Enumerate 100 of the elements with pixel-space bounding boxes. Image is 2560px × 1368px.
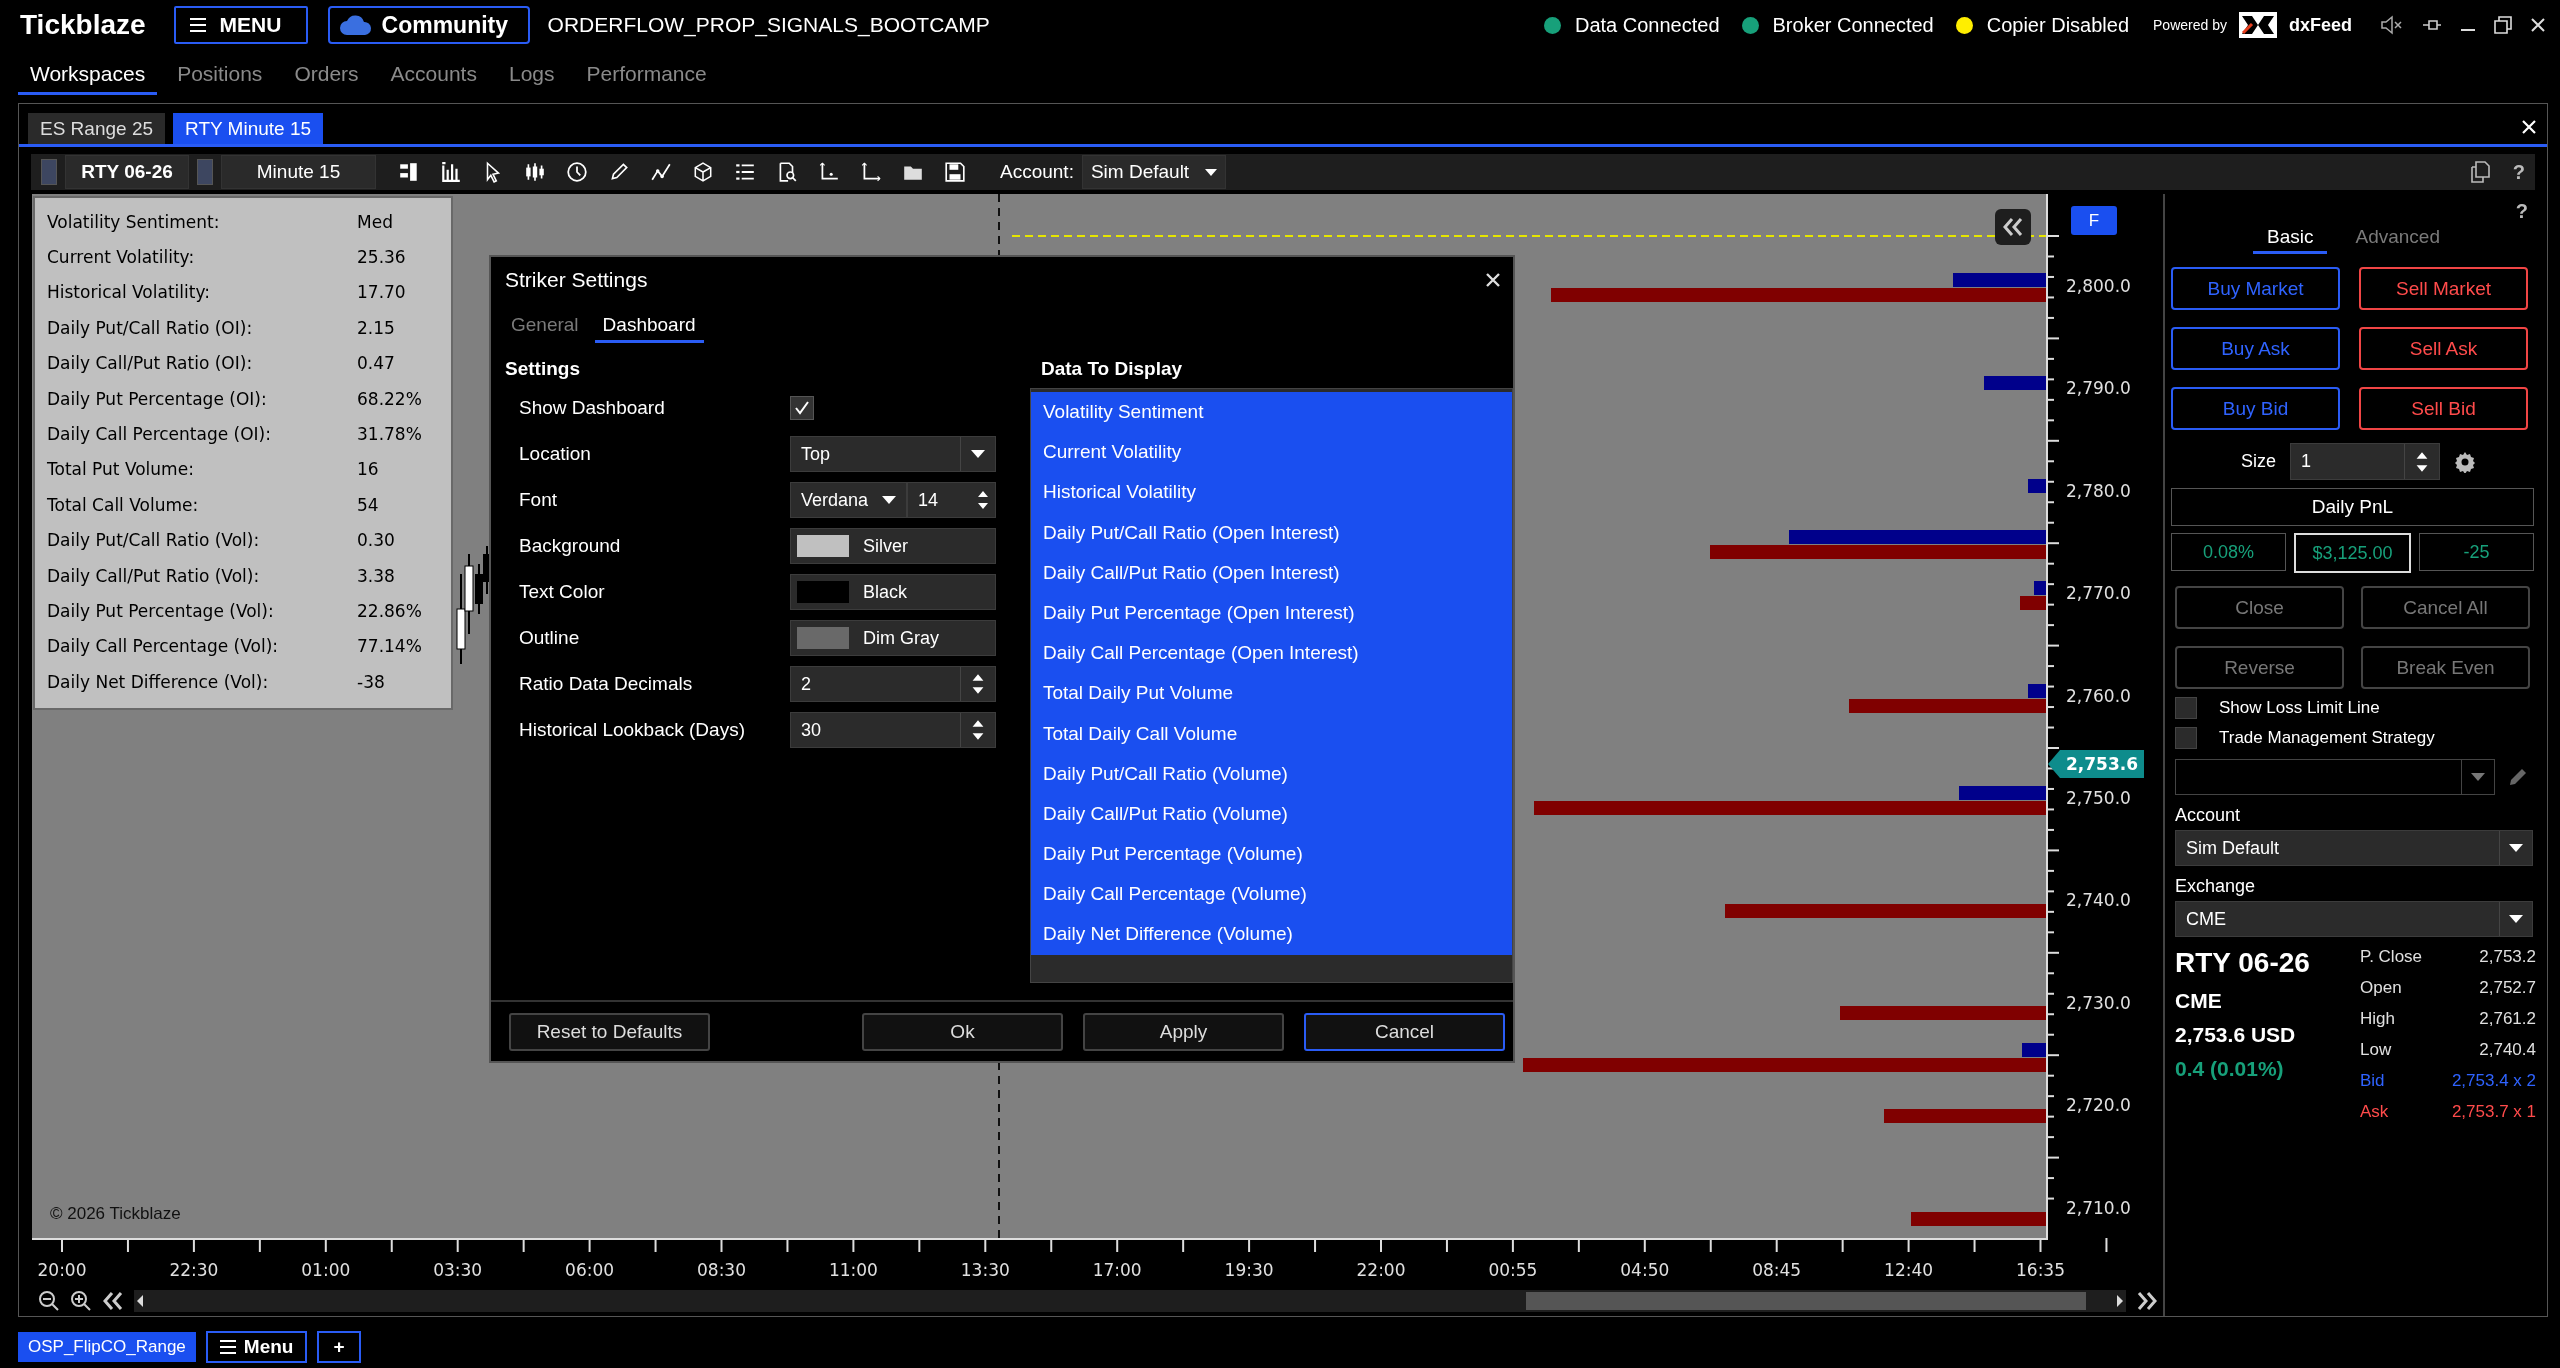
- dashboard-value: 17.70: [357, 282, 407, 303]
- number-spinner[interactable]: 2: [790, 666, 996, 702]
- dashboard-label: Daily Put/Call Ratio (Vol):: [47, 530, 261, 551]
- pnl-value[interactable]: $3,125.00: [2294, 533, 2411, 573]
- stat-value: 2,753.4 x 2: [2450, 1071, 2536, 1092]
- dashboard-value: 16: [357, 459, 380, 480]
- add-button[interactable]: +: [317, 1331, 361, 1363]
- interval-field[interactable]: Minute 15: [221, 155, 376, 189]
- time-label: 17:00: [1092, 1260, 1142, 1280]
- list-item[interactable]: Total Daily Call Volume: [1030, 713, 1512, 754]
- dashboard-label: Daily Call Percentage (OI):: [47, 424, 272, 445]
- workspace-tab[interactable]: ES Range 25: [28, 113, 166, 144]
- checkbox-label: Trade Management Strategy: [2219, 728, 2435, 748]
- price-label: 2,770.0: [2066, 583, 2131, 604]
- dialog-button[interactable]: Cancel: [1304, 1012, 1505, 1051]
- list-item[interactable]: Daily Put Percentage (Open Interest): [1030, 592, 1512, 634]
- list-item[interactable]: Daily Call/Put Ratio (Volume): [1030, 793, 1512, 835]
- menu-button[interactable]: MENU: [173, 6, 308, 44]
- stat-label: High: [2360, 1009, 2396, 1030]
- price-label: 2,790.0: [2066, 378, 2131, 399]
- nav-tab[interactable]: Workspaces: [18, 55, 158, 95]
- account-label: Account:: [1000, 161, 1074, 183]
- list-item[interactable]: Total Daily Put Volume: [1030, 673, 1512, 714]
- list-item[interactable]: Current Volatility: [1030, 432, 1512, 473]
- nav-tab[interactable]: Logs: [496, 55, 567, 95]
- list-item[interactable]: Historical Volatility: [1030, 472, 1512, 513]
- setting-label: Background: [519, 535, 622, 557]
- price-label: 2,710.0: [2066, 1197, 2131, 1218]
- list-item[interactable]: Volatility Sentiment: [1030, 392, 1512, 433]
- dialog-tab[interactable]: General: [503, 312, 587, 343]
- font-select[interactable]: Verdana: [790, 482, 907, 518]
- account-dropdown[interactable]: Sim Default: [1081, 155, 1226, 189]
- dialog-button[interactable]: Reset to Defaults: [509, 1012, 710, 1051]
- price-label: 2,740.0: [2066, 890, 2131, 911]
- panel-tab[interactable]: Advanced: [2341, 224, 2454, 254]
- order-button[interactable]: Buy Market: [2171, 267, 2340, 310]
- pnl-value[interactable]: -25: [2419, 533, 2534, 571]
- dashboard-label: Daily Call Percentage (Vol):: [47, 636, 280, 657]
- exchange-dropdown[interactable]: CME: [2175, 901, 2533, 937]
- list-item[interactable]: Daily Put/Call Ratio (Open Interest): [1030, 512, 1512, 553]
- stat-value: 2,753.7 x 1: [2450, 1102, 2536, 1123]
- workspace-tab[interactable]: OSP_FlipCO_Range: [18, 1332, 196, 1362]
- dashboard-value: 2.15: [357, 317, 396, 338]
- dashboard-label: Daily Put Percentage (Vol):: [47, 601, 275, 621]
- symbol-field[interactable]: RTY 06-26: [65, 155, 189, 189]
- menu-button[interactable]: Menu: [205, 1331, 308, 1363]
- number-spinner[interactable]: 30: [790, 712, 996, 748]
- list-item[interactable]: Daily Put Percentage (Volume): [1030, 834, 1512, 875]
- size-spinner[interactable]: 14: [907, 482, 996, 518]
- dialog-button[interactable]: Apply: [1083, 1012, 1284, 1051]
- list-item[interactable]: Daily Call Percentage (Open Interest): [1030, 633, 1512, 674]
- dashboard-value: 77.14%: [357, 636, 423, 657]
- f-button[interactable]: F: [2071, 206, 2117, 235]
- time-label: 01:00: [301, 1260, 351, 1280]
- color-picker[interactable]: Dim Gray: [790, 620, 996, 656]
- dashboard-label: Historical Volatility:: [47, 282, 211, 303]
- nav-tab[interactable]: Performance: [574, 55, 719, 95]
- order-button[interactable]: Sell Market: [2359, 267, 2528, 310]
- status-label: Data Connected: [1575, 13, 1720, 37]
- help-button[interactable]: ?: [2515, 200, 2528, 224]
- order-button[interactable]: Sell Bid: [2359, 387, 2528, 430]
- list-item[interactable]: Daily Call Percentage (Volume): [1030, 874, 1512, 915]
- stat-label: Bid: [2360, 1071, 2386, 1092]
- stat-value: 2,761.2: [2478, 1009, 2536, 1030]
- dashboard-label: Total Put Volume:: [47, 459, 195, 480]
- field-label: Account: [2175, 805, 2242, 826]
- dashboard-value: Med: [357, 211, 394, 232]
- nav-tab[interactable]: Accounts: [378, 55, 489, 95]
- list-item[interactable]: Daily Put/Call Ratio (Volume): [1030, 753, 1512, 794]
- list-item[interactable]: Daily Net Difference (Volume): [1030, 914, 1512, 955]
- quote-symbol: RTY 06-26: [2175, 947, 2311, 979]
- price-label: 2,730.0: [2066, 992, 2131, 1013]
- pnl-title: Daily PnL: [2171, 488, 2534, 526]
- panel-tab[interactable]: Basic: [2253, 224, 2328, 254]
- pnl-value[interactable]: 0.08%: [2171, 533, 2286, 571]
- dashboard-value: 3.38: [357, 565, 396, 586]
- help-button[interactable]: ?: [2512, 160, 2525, 184]
- dashboard-label: Daily Put/Call Ratio (OI):: [47, 317, 254, 338]
- order-button[interactable]: Sell Ask: [2359, 327, 2528, 370]
- setting-label: Font: [519, 489, 559, 511]
- setting-label: Historical Lookback (Days): [519, 719, 746, 741]
- time-label: 20:00: [37, 1260, 87, 1280]
- dialog-button[interactable]: Ok: [862, 1012, 1063, 1051]
- order-button[interactable]: Buy Bid: [2171, 387, 2340, 430]
- time-label: 06:00: [565, 1260, 615, 1280]
- community-button[interactable]: Community: [327, 6, 530, 44]
- nav-tab[interactable]: Positions: [165, 55, 275, 95]
- account-dropdown[interactable]: Sim Default: [2175, 830, 2533, 866]
- setting-label: Text Color: [519, 581, 606, 603]
- workspace-tab[interactable]: RTY Minute 15: [173, 113, 324, 144]
- list-item[interactable]: Daily Call/Put Ratio (Open Interest): [1030, 552, 1512, 593]
- color-picker[interactable]: Silver: [790, 528, 996, 564]
- stat-label: P. Close: [2360, 947, 2424, 968]
- dialog-tab[interactable]: Dashboard: [594, 312, 704, 343]
- select-field[interactable]: Top: [790, 436, 996, 472]
- size-spinner[interactable]: 1: [2290, 443, 2440, 480]
- color-picker[interactable]: Black: [790, 574, 996, 610]
- dashboard-label: Total Call Volume:: [47, 494, 200, 515]
- order-button[interactable]: Buy Ask: [2171, 327, 2340, 370]
- nav-tab[interactable]: Orders: [282, 55, 371, 95]
